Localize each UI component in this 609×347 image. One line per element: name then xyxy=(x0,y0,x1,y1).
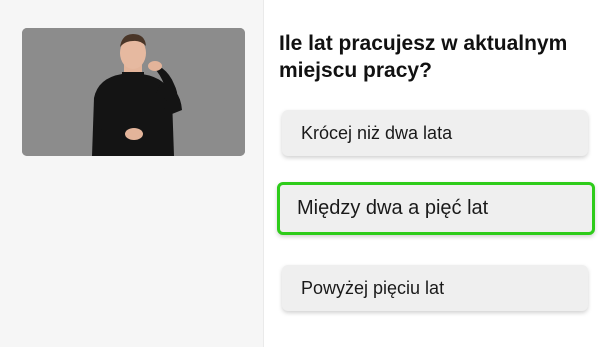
survey-app: Ile lat pracujesz w aktualnym miejscu pr… xyxy=(0,0,609,347)
sign-language-video[interactable] xyxy=(22,28,245,156)
question-pane: Ile lat pracujesz w aktualnym miejscu pr… xyxy=(264,0,609,347)
answer-option-over-five[interactable]: Powyżej pięciu lat xyxy=(282,265,588,311)
answer-option-less-than-two[interactable]: Krócej niż dwa lata xyxy=(282,110,588,156)
video-pane xyxy=(0,0,263,347)
answer-option-two-to-five-selected[interactable]: Między dwa a pięć lat xyxy=(277,182,595,235)
question-title: Ile lat pracujesz w aktualnym miejscu pr… xyxy=(279,32,568,82)
signer-figure xyxy=(22,28,245,156)
